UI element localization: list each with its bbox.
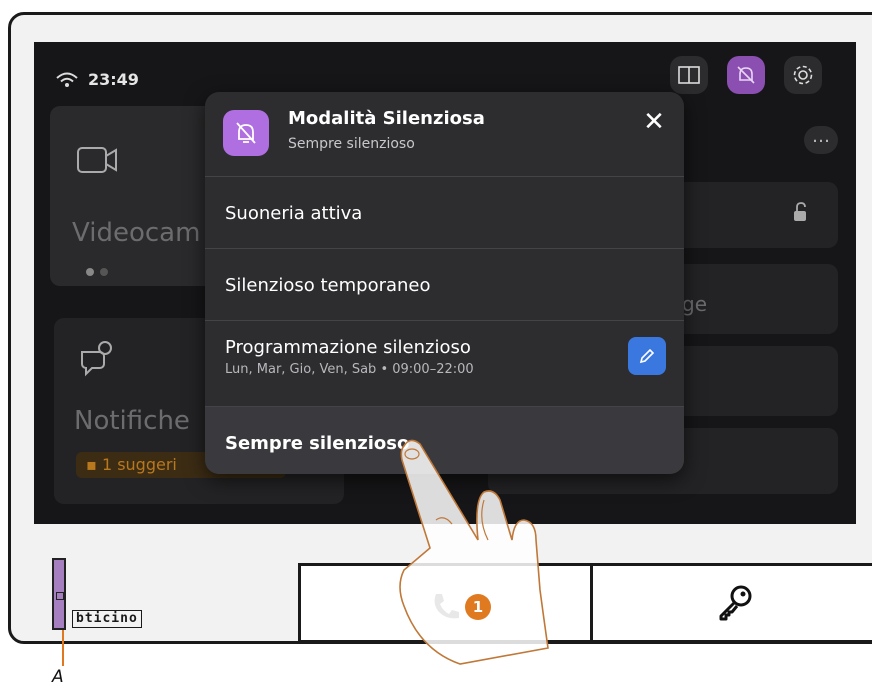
option-temporary-silent[interactable]: Silenzioso temporaneo <box>205 248 684 320</box>
option-label: Sempre silenzioso <box>225 433 410 454</box>
bell-slash-icon <box>737 66 755 84</box>
door-icon <box>678 66 700 84</box>
bell-slash-icon <box>236 122 256 144</box>
pencil-icon <box>639 348 655 364</box>
option-label: Suoneria attiva <box>225 203 363 224</box>
page-dot <box>100 268 108 276</box>
status-bar: 23:49 <box>56 70 139 89</box>
clock: 23:49 <box>88 70 139 89</box>
option-label: Programmazione silenzioso <box>225 337 471 358</box>
close-icon[interactable]: ✕ <box>640 108 668 136</box>
status-led <box>52 558 66 630</box>
option-label: Silenzioso temporaneo <box>225 275 431 296</box>
screen: 23:49 Videocam Notifiche ▪ 1 suggeri ge … <box>34 42 856 524</box>
menu-header: Modalità Silenziosa Sempre silenzioso ✕ <box>205 92 684 176</box>
more-button[interactable]: … <box>804 126 838 154</box>
door-button[interactable] <box>670 56 708 94</box>
gear-icon <box>793 65 813 85</box>
notification-icon <box>81 341 112 377</box>
settings-button[interactable] <box>784 56 822 94</box>
menu-subtitle: Sempre silenzioso <box>288 136 415 152</box>
option-schedule: Lun, Mar, Gio, Ven, Sab • 09:00–22:00 <box>225 362 474 377</box>
option-scheduled-silent[interactable]: Programmazione silenzioso Lun, Mar, Gio,… <box>205 320 684 406</box>
step-badge: 1 <box>465 594 491 620</box>
silent-mode-menu: Modalità Silenziosa Sempre silenzioso ✕ … <box>205 92 684 474</box>
callout-label: A <box>52 667 64 687</box>
silent-mode-button[interactable] <box>727 56 765 94</box>
brand-logo: bticino <box>72 610 142 628</box>
option-always-silent[interactable]: Sempre silenzioso <box>205 406 684 474</box>
option-ring-active[interactable]: Suoneria attiva <box>205 176 684 248</box>
door-unlock-button[interactable] <box>590 563 872 643</box>
phone-icon <box>434 594 459 619</box>
silent-mode-icon-badge <box>223 110 269 156</box>
warning-icon: ▪ <box>86 455 102 474</box>
notifications-label: Notifiche <box>74 406 190 436</box>
video-label: Videocam <box>72 218 201 248</box>
wifi-icon <box>56 72 78 87</box>
answer-call-button[interactable] <box>298 563 590 643</box>
lock-open-icon <box>794 202 806 221</box>
partial-label: ge <box>682 292 707 316</box>
edit-schedule-button[interactable] <box>628 337 666 375</box>
key-icon <box>719 585 752 621</box>
page-dot <box>86 268 94 276</box>
callout-line <box>62 630 64 666</box>
menu-title: Modalità Silenziosa <box>288 108 485 129</box>
camera-icon <box>77 147 117 173</box>
